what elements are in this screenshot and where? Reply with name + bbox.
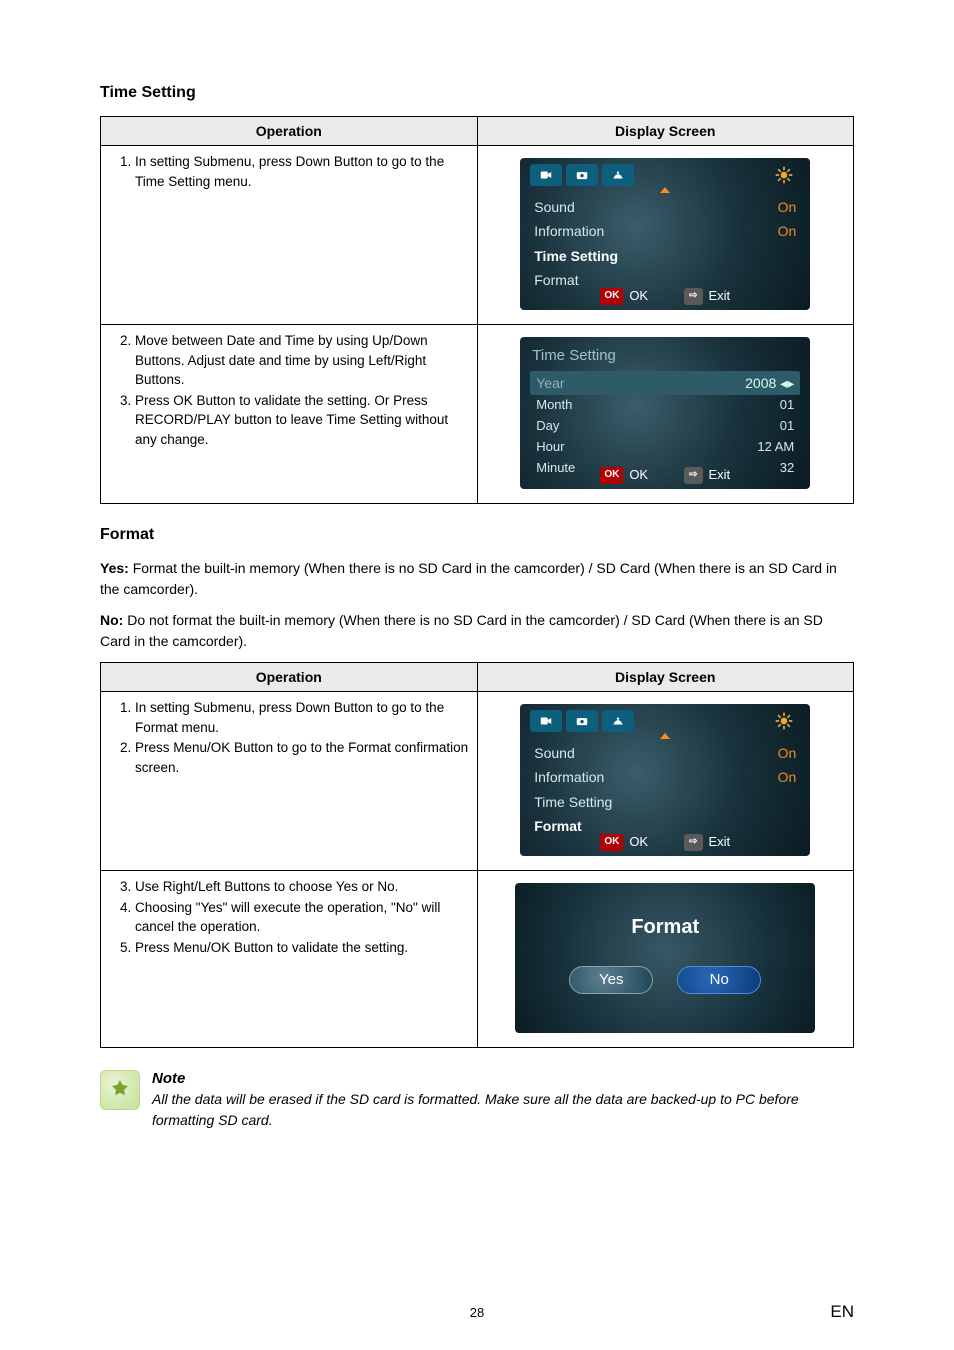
field-value: 2008 (745, 375, 776, 391)
field-label: Day (536, 417, 559, 436)
menu-item-label: Time Setting (534, 246, 618, 266)
no-text: Do not format the built-in memory (When … (100, 612, 823, 649)
menu-item-label: Sound (534, 743, 574, 763)
menu-item-value: On (778, 767, 797, 787)
note-icon (100, 1070, 140, 1110)
tab-camera-icon (566, 164, 598, 186)
table-row: 2. Move between Date and Time by using U… (101, 325, 854, 504)
step-text: 1. In setting Submenu, press Down Button… (107, 698, 471, 737)
tab-settings-icon (768, 710, 800, 732)
field-value: 01 (780, 417, 794, 436)
ok-label: OK (629, 466, 648, 485)
display-screen-settings-menu-format: SoundOn InformationOn Time Setting Forma… (520, 704, 810, 856)
table-row: 1. In setting Submenu, press Down Button… (101, 146, 854, 325)
field-label: Year (536, 373, 564, 393)
step-text: 2. Move between Date and Time by using U… (107, 331, 471, 390)
menu-item-label: Sound (534, 197, 574, 217)
operation-steps: 1. In setting Submenu, press Down Button… (107, 152, 471, 191)
menu-item-value: On (778, 743, 797, 763)
operation-steps: 2. Move between Date and Time by using U… (107, 331, 471, 449)
page: Time Setting Operation Display Screen 1.… (0, 0, 954, 1350)
tab-settings-icon (768, 164, 800, 186)
col-header-display-screen: Display Screen (477, 663, 854, 692)
step-text: 1. In setting Submenu, press Down Button… (107, 152, 471, 191)
field-value: 01 (780, 396, 794, 415)
format-dialog-title: Format (515, 913, 815, 942)
menu-item-label: Information (534, 767, 604, 787)
screen-title: Time Setting (532, 345, 798, 367)
display-screen-format-confirm: Format Yes No (515, 883, 815, 1033)
format-yes-button: Yes (569, 966, 653, 994)
note-heading: Note (152, 1070, 832, 1087)
format-no-paragraph: No: Do not format the built-in memory (W… (100, 610, 854, 652)
operation-steps: 3. Use Right/Left Buttons to choose Yes … (107, 877, 471, 957)
no-label: No: (100, 612, 123, 628)
tab-camera-icon (566, 710, 598, 732)
field-label: Month (536, 396, 572, 415)
yes-text: Format the built-in memory (When there i… (100, 560, 837, 597)
note-text: All the data will be erased if the SD ca… (152, 1089, 832, 1131)
display-screen-settings-menu: SoundOn InformationOn Time Setting Forma… (520, 158, 810, 310)
field-value: 12 AM (757, 438, 794, 457)
field-label: Hour (536, 438, 564, 457)
menu-item-label: Time Setting (534, 792, 612, 812)
col-header-operation: Operation (101, 663, 478, 692)
format-no-button: No (677, 966, 761, 994)
note-block: Note All the data will be erased if the … (100, 1070, 854, 1131)
exit-label: Exit (709, 466, 731, 485)
yes-label: Yes: (100, 560, 129, 576)
exit-label: Exit (709, 287, 731, 306)
col-header-display-screen: Display Screen (477, 117, 854, 146)
page-number: 28 (0, 1305, 954, 1320)
time-setting-table: Operation Display Screen 1. In setting S… (100, 116, 854, 504)
section-title-time-setting: Time Setting (100, 84, 854, 102)
ok-label: OK (629, 833, 648, 852)
format-table: Operation Display Screen 1. In setting S… (100, 662, 854, 1048)
menu-item-value: On (778, 221, 797, 241)
tab-video-icon (530, 164, 562, 186)
display-screen-time-setting: Time Setting Year2008 ◂▸ Month01 Day01 H… (520, 337, 810, 489)
operation-steps: 1. In setting Submenu, press Down Button… (107, 698, 471, 777)
table-row: 3. Use Right/Left Buttons to choose Yes … (101, 871, 854, 1048)
language-indicator: EN (830, 1302, 854, 1322)
tab-effect-icon (602, 710, 634, 732)
step-text: 3. Use Right/Left Buttons to choose Yes … (107, 877, 471, 897)
step-text: 5. Press Menu/OK Button to validate the … (107, 938, 471, 958)
ok-label: OK (629, 287, 648, 306)
menu-item-label: Information (534, 221, 604, 241)
step-text: 3. Press OK Button to validate the setti… (107, 391, 471, 450)
table-row: 1. In setting Submenu, press Down Button… (101, 692, 854, 871)
tab-video-icon (530, 710, 562, 732)
format-yes-paragraph: Yes: Format the built-in memory (When th… (100, 558, 854, 600)
step-text: 4. Choosing "Yes" will execute the opera… (107, 898, 471, 937)
step-text: 2. Press Menu/OK Button to go to the For… (107, 738, 471, 777)
section-title-format: Format (100, 526, 854, 544)
tab-effect-icon (602, 164, 634, 186)
exit-label: Exit (709, 833, 731, 852)
menu-item-value: On (778, 197, 797, 217)
col-header-operation: Operation (101, 117, 478, 146)
